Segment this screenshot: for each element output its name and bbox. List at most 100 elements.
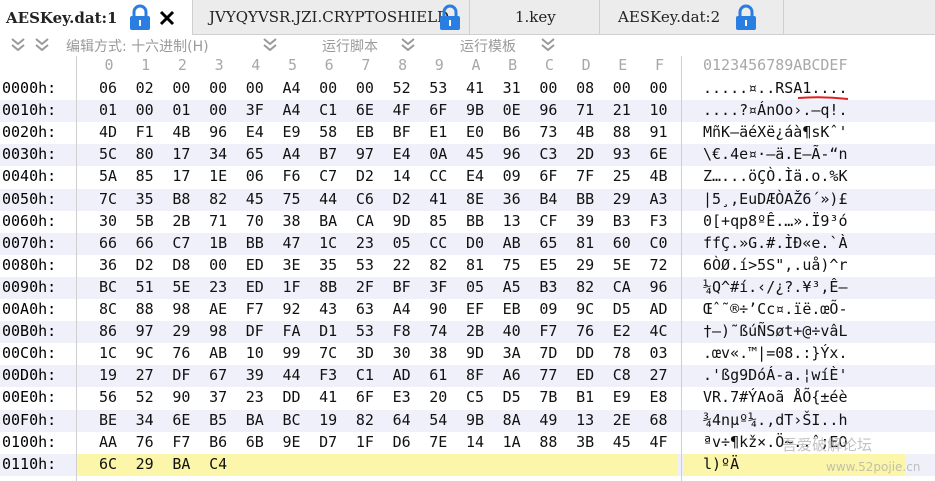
hex-byte[interactable]: 01: [168, 101, 194, 119]
hex-byte[interactable]: 13: [572, 411, 598, 429]
hex-byte[interactable]: 19: [315, 411, 341, 429]
hex-row[interactable]: 0110h: 6C 29 BA C4 l)ºÄ: [0, 453, 935, 476]
hex-byte[interactable]: 78: [609, 344, 635, 362]
hex-byte[interactable]: 39: [572, 212, 598, 230]
hex-byte[interactable]: 75: [499, 256, 525, 274]
hex-byte[interactable]: CC: [425, 167, 451, 185]
hex-byte[interactable]: 7D: [535, 344, 561, 362]
hex-byte[interactable]: 00: [242, 79, 268, 97]
hex-byte[interactable]: 00: [535, 79, 561, 97]
hex-byte[interactable]: 36: [499, 190, 525, 208]
hex-byte[interactable]: 71: [205, 212, 231, 230]
hex-byte[interactable]: DF: [242, 322, 268, 340]
hex-byte[interactable]: AD: [646, 300, 672, 318]
hex-byte[interactable]: D0: [462, 234, 488, 252]
hex-byte[interactable]: 86: [95, 322, 121, 340]
edit-mode-menu[interactable]: 编辑方式: 十六进制(H): [66, 36, 209, 56]
hex-byte[interactable]: 53: [352, 322, 378, 340]
ascii-text[interactable]: †—)˜ßúÑSøt+@÷vâL: [703, 322, 848, 340]
hex-byte[interactable]: A5: [499, 278, 525, 296]
hex-byte[interactable]: 1C: [95, 344, 121, 362]
run-template-menu[interactable]: 运行模板: [460, 36, 516, 56]
hex-byte[interactable]: 8F: [462, 366, 488, 384]
hex-byte[interactable]: BB: [572, 190, 598, 208]
hex-byte[interactable]: BA: [242, 411, 268, 429]
hex-byte[interactable]: 9D: [462, 344, 488, 362]
hex-byte[interactable]: 6E: [352, 101, 378, 119]
hex-byte[interactable]: 00: [205, 256, 231, 274]
hex-byte[interactable]: C8: [609, 366, 635, 384]
hex-byte[interactable]: 17: [168, 145, 194, 163]
hex-byte[interactable]: 45: [609, 433, 635, 451]
hex-byte[interactable]: 96: [205, 123, 231, 141]
hex-byte[interactable]: CA: [352, 212, 378, 230]
hex-byte[interactable]: 7E: [425, 433, 451, 451]
hex-byte[interactable]: 66: [132, 234, 158, 252]
hex-byte[interactable]: 8B: [315, 278, 341, 296]
hex-byte[interactable]: 90: [425, 300, 451, 318]
hex-byte[interactable]: 35: [315, 256, 341, 274]
hex-byte[interactable]: 80: [132, 145, 158, 163]
hex-byte[interactable]: 08: [572, 79, 598, 97]
hex-byte[interactable]: F6: [279, 167, 305, 185]
tab-aeskey-1[interactable]: AESKey.dat:1: [0, 0, 193, 35]
hex-byte[interactable]: 06: [95, 79, 121, 97]
hex-byte[interactable]: F7: [535, 322, 561, 340]
hex-byte[interactable]: 7C: [315, 344, 341, 362]
hex-byte[interactable]: 29: [609, 190, 635, 208]
close-icon[interactable]: [158, 9, 176, 27]
hex-byte[interactable]: 61: [425, 366, 451, 384]
hex-byte[interactable]: 2F: [352, 278, 378, 296]
hex-byte[interactable]: 4B: [168, 123, 194, 141]
hex-byte[interactable]: 88: [132, 300, 158, 318]
ascii-text[interactable]: ¼Q^#í.‹/¿?.¥³‚Ê–: [703, 278, 848, 296]
ascii-text[interactable]: ....?¤ÁnOo›.–q!.: [703, 101, 848, 119]
hex-byte[interactable]: 10: [646, 101, 672, 119]
hex-byte[interactable]: 81: [572, 234, 598, 252]
hex-byte[interactable]: BC: [95, 278, 121, 296]
hex-byte[interactable]: 1E: [205, 167, 231, 185]
hex-byte[interactable]: 82: [425, 256, 451, 274]
ascii-text[interactable]: \€.4e¤·—ä.E–Ã-“n: [703, 145, 848, 163]
hex-byte[interactable]: 8A: [499, 411, 525, 429]
hex-byte[interactable]: 39: [242, 366, 268, 384]
hex-byte[interactable]: 9B: [462, 101, 488, 119]
hex-byte[interactable]: 8C: [95, 300, 121, 318]
hex-byte[interactable]: 9E: [279, 433, 305, 451]
hex-byte[interactable]: BF: [389, 278, 415, 296]
hex-byte[interactable]: 14: [389, 167, 415, 185]
hex-row[interactable]: 0080h: 36 D2 D8 00 ED 3E 35 53 22 82 81 75 E5 29 5E 72 6Ò…: [0, 255, 935, 277]
chevron-down-icon[interactable]: [400, 38, 416, 52]
hex-row[interactable]: 0070h: 66 66 C7 1B BB 47 1C 23 05 CC D0 AB 65 81 60 C0 ff…: [0, 232, 935, 255]
hex-byte[interactable]: 88: [535, 433, 561, 451]
hex-byte[interactable]: 29: [132, 455, 158, 473]
hex-byte[interactable]: D5: [609, 300, 635, 318]
ascii-text[interactable]: .œv«.™|=08.:}Ýx.: [703, 344, 848, 362]
hex-byte[interactable]: 38: [425, 344, 451, 362]
hex-byte[interactable]: 49: [535, 411, 561, 429]
hex-byte[interactable]: 10: [242, 344, 268, 362]
hex-byte[interactable]: 30: [95, 212, 121, 230]
hex-byte[interactable]: 41: [462, 79, 488, 97]
hex-byte[interactable]: 58: [315, 123, 341, 141]
hex-byte[interactable]: E4: [389, 145, 415, 163]
hex-byte[interactable]: 41: [315, 388, 341, 406]
hex-byte[interactable]: D2: [389, 190, 415, 208]
hex-row[interactable]: 00C0h: 1C 9C 76 AB 10 99 7C 3D 30 38 9D 3A 7D DD 78 03 .œ…: [0, 343, 935, 365]
hex-byte[interactable]: 3E: [279, 256, 305, 274]
hex-byte[interactable]: 9C: [132, 344, 158, 362]
hex-byte[interactable]: 00: [315, 79, 341, 97]
hex-byte[interactable]: B1: [572, 388, 598, 406]
hex-byte[interactable]: BA: [315, 212, 341, 230]
hex-byte[interactable]: B6: [499, 123, 525, 141]
hex-byte[interactable]: 34: [132, 411, 158, 429]
hex-byte[interactable]: 99: [279, 344, 305, 362]
hex-byte[interactable]: 36: [95, 256, 121, 274]
hex-byte[interactable]: 05: [462, 278, 488, 296]
ascii-text[interactable]: VR.7#ÝAoã ÅÕ{±éè: [703, 388, 848, 406]
hex-byte[interactable]: 9B: [462, 411, 488, 429]
hex-byte[interactable]: E3: [389, 388, 415, 406]
hex-byte[interactable]: 09: [499, 167, 525, 185]
hex-row[interactable]: 0010h: 01 00 01 00 3F A4 C1 6E 4F 6F 9B 0E 96 71 21 10..…: [0, 100, 935, 123]
hex-byte[interactable]: EB: [352, 123, 378, 141]
